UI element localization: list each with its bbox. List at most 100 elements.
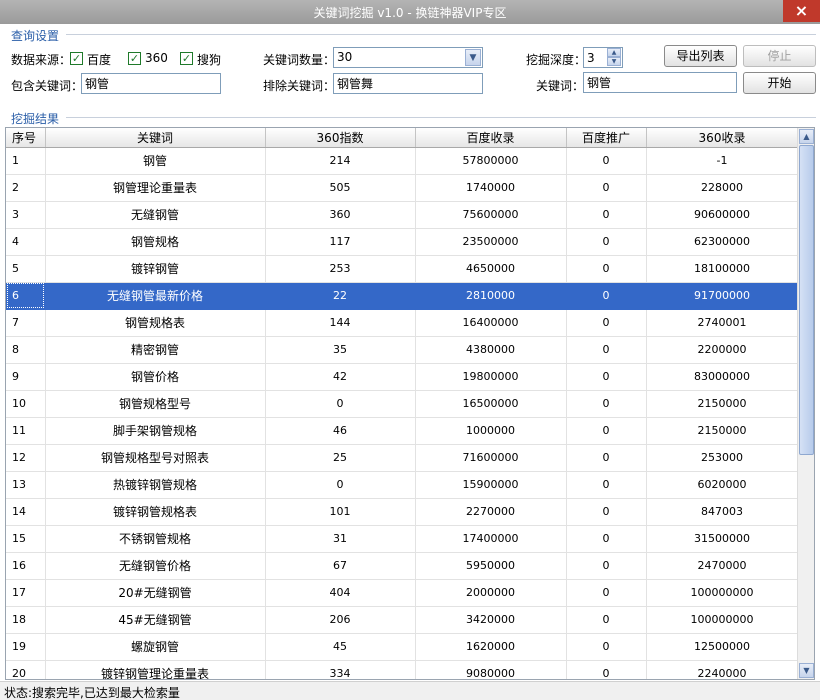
column-header-index[interactable]: 序号 xyxy=(6,128,46,148)
cell-keyword: 钢管规格型号对照表 xyxy=(45,444,266,472)
cell-index: 4 xyxy=(6,228,46,256)
cell-360-indexed: 2150000 xyxy=(646,417,799,445)
cell-keyword: 镀锌钢管理论重量表 xyxy=(45,660,266,679)
checkbox-baidu[interactable]: ✓ xyxy=(70,52,83,65)
column-header-360-index[interactable]: 360指数 xyxy=(265,128,416,148)
cell-baidu-indexed: 71600000 xyxy=(415,444,567,472)
checkbox-sogou[interactable]: ✓ xyxy=(180,52,193,65)
cell-index: 13 xyxy=(6,471,46,499)
status-text: 状态:搜索完毕,已达到最大检索量 xyxy=(4,686,180,700)
keyword-input[interactable] xyxy=(583,72,737,93)
cell-baidu-promotion: 0 xyxy=(566,525,647,553)
table-row[interactable]: 3 无缝钢管 360 75600000 0 90600000 xyxy=(6,201,799,229)
source-label: 数据来源： xyxy=(11,53,72,67)
cell-baidu-indexed: 57800000 xyxy=(415,147,567,175)
cell-360-index: 505 xyxy=(265,174,416,202)
table-row[interactable]: 19 螺旋钢管 45 1620000 0 12500000 xyxy=(6,633,799,661)
cell-baidu-promotion: 0 xyxy=(566,309,647,337)
close-button[interactable]: × xyxy=(783,0,820,22)
table-row[interactable]: 4 钢管规格 117 23500000 0 62300000 xyxy=(6,228,799,256)
cell-baidu-indexed: 1740000 xyxy=(415,174,567,202)
cell-baidu-promotion: 0 xyxy=(566,633,647,661)
cell-keyword: 钢管理论重量表 xyxy=(45,174,266,202)
cell-baidu-promotion: 0 xyxy=(566,498,647,526)
cell-baidu-indexed: 1000000 xyxy=(415,417,567,445)
cell-keyword: 45#无缝钢管 xyxy=(45,606,266,634)
cell-index: 9 xyxy=(6,363,46,391)
cell-baidu-promotion: 0 xyxy=(566,201,647,229)
cell-360-indexed: 2200000 xyxy=(646,336,799,364)
cell-baidu-indexed: 1620000 xyxy=(415,633,567,661)
table-row[interactable]: 16 无缝钢管价格 67 5950000 0 2470000 xyxy=(6,552,799,580)
column-header-baidu-indexed[interactable]: 百度收录 xyxy=(415,128,567,148)
table-row[interactable]: 9 钢管价格 42 19800000 0 83000000 xyxy=(6,363,799,391)
cell-360-index: 360 xyxy=(265,201,416,229)
table-row[interactable]: 11 脚手架钢管规格 46 1000000 0 2150000 xyxy=(6,417,799,445)
scroll-down-icon[interactable]: ▼ xyxy=(799,663,814,678)
cell-baidu-promotion: 0 xyxy=(566,336,647,364)
table-row[interactable]: 5 镀锌钢管 253 4650000 0 18100000 xyxy=(6,255,799,283)
cell-baidu-indexed: 17400000 xyxy=(415,525,567,553)
cell-baidu-indexed: 9080000 xyxy=(415,660,567,679)
cell-index: 6 xyxy=(6,282,46,310)
include-label: 包含关键词： xyxy=(11,79,84,93)
exclude-keyword-input[interactable] xyxy=(333,73,483,94)
cell-360-indexed: 847003 xyxy=(646,498,799,526)
scrollbar-thumb[interactable] xyxy=(799,145,814,455)
cell-360-index: 253 xyxy=(265,255,416,283)
column-header-360-indexed[interactable]: 360收录 xyxy=(646,128,799,148)
cell-baidu-indexed: 75600000 xyxy=(415,201,567,229)
table-row[interactable]: 10 钢管规格型号 0 16500000 0 2150000 xyxy=(6,390,799,418)
cell-baidu-promotion: 0 xyxy=(566,471,647,499)
scroll-up-icon[interactable]: ▲ xyxy=(799,129,814,144)
table-row[interactable]: 12 钢管规格型号对照表 25 71600000 0 253000 xyxy=(6,444,799,472)
cell-360-indexed: 12500000 xyxy=(646,633,799,661)
triangle-up-icon[interactable]: ▲ xyxy=(607,48,621,57)
cell-baidu-indexed: 19800000 xyxy=(415,363,567,391)
cell-360-indexed: 91700000 xyxy=(646,282,799,310)
cell-baidu-indexed: 2810000 xyxy=(415,282,567,310)
include-keyword-input[interactable] xyxy=(81,73,221,94)
cell-360-index: 0 xyxy=(265,471,416,499)
column-header-keyword[interactable]: 关键词 xyxy=(45,128,266,148)
cell-index: 18 xyxy=(6,606,46,634)
table-row[interactable]: 20 镀锌钢管理论重量表 334 9080000 0 2240000 xyxy=(6,660,799,679)
table-row[interactable]: 7 钢管规格表 144 16400000 0 2740001 xyxy=(6,309,799,337)
table-row[interactable]: 14 镀锌钢管规格表 101 2270000 0 847003 xyxy=(6,498,799,526)
cell-360-index: 214 xyxy=(265,147,416,175)
table-row[interactable]: 13 热镀锌钢管规格 0 15900000 0 6020000 xyxy=(6,471,799,499)
source-360-label: 360 xyxy=(145,51,168,65)
table-row[interactable]: 15 不锈钢管规格 31 17400000 0 31500000 xyxy=(6,525,799,553)
stop-button[interactable]: 停止 xyxy=(743,45,816,67)
start-button[interactable]: 开始 xyxy=(743,72,816,94)
table-row[interactable]: 2 钢管理论重量表 505 1740000 0 228000 xyxy=(6,174,799,202)
query-section-divider xyxy=(66,34,816,35)
table-row[interactable]: 1 钢管 214 57800000 0 -1 xyxy=(6,147,799,175)
cell-index: 8 xyxy=(6,336,46,364)
window-title: 关键词挖掘 v1.0 - 换链神器VIP专区 xyxy=(313,6,507,20)
table-row[interactable]: 17 20#无缝钢管 404 2000000 0 100000000 xyxy=(6,579,799,607)
count-select[interactable]: 30 ▼ xyxy=(333,47,483,68)
vertical-scrollbar[interactable]: ▲ ▼ xyxy=(797,128,814,679)
column-header-baidu-promotion[interactable]: 百度推广 xyxy=(566,128,647,148)
cell-keyword: 镀锌钢管规格表 xyxy=(45,498,266,526)
results-table[interactable]: 序号 关键词 360指数 百度收录 百度推广 360收录 1 钢管 214 57800… xyxy=(5,127,815,680)
keyword-label: 关键词： xyxy=(536,79,585,93)
checkbox-360[interactable]: ✓ xyxy=(128,52,141,65)
exclude-label: 排除关键词： xyxy=(263,79,336,93)
chevron-down-icon[interactable]: ▼ xyxy=(465,49,481,66)
table-row[interactable]: 18 45#无缝钢管 206 3420000 0 100000000 xyxy=(6,606,799,634)
table-row[interactable]: 6 无缝钢管最新价格 22 2810000 0 91700000 xyxy=(6,282,799,310)
cell-index: 19 xyxy=(6,633,46,661)
cell-baidu-promotion: 0 xyxy=(566,606,647,634)
table-row[interactable]: 8 精密钢管 35 4380000 0 2200000 xyxy=(6,336,799,364)
source-sogou-label: 搜狗 xyxy=(197,53,222,67)
cell-baidu-promotion: 0 xyxy=(566,147,647,175)
cell-baidu-promotion: 0 xyxy=(566,363,647,391)
cell-360-indexed: 100000000 xyxy=(646,606,799,634)
cell-360-indexed: 2150000 xyxy=(646,390,799,418)
export-list-button[interactable]: 导出列表 xyxy=(664,45,737,67)
cell-baidu-indexed: 16400000 xyxy=(415,309,567,337)
triangle-down-icon[interactable]: ▼ xyxy=(607,57,621,66)
cell-baidu-indexed: 16500000 xyxy=(415,390,567,418)
